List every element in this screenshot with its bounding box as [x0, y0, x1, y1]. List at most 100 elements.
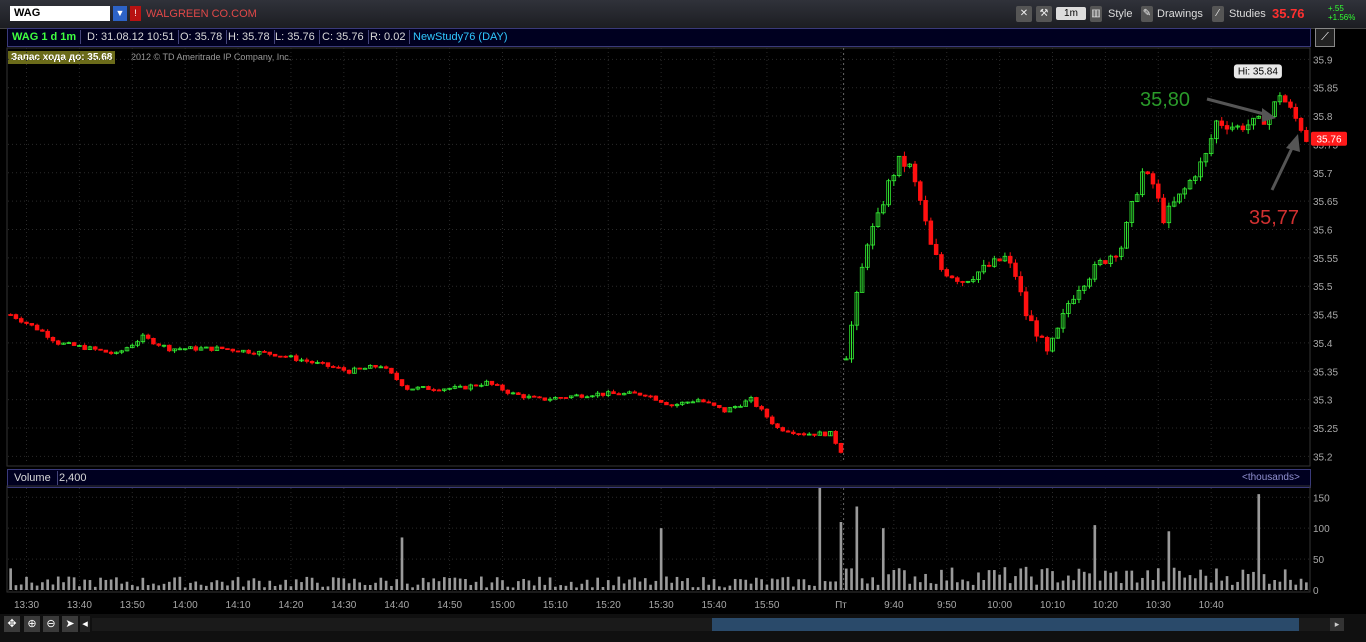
candle-body	[939, 254, 944, 270]
scroll-left-icon[interactable]: ◂	[80, 616, 90, 632]
candle-body	[103, 349, 109, 353]
price-tick-label: 35.45	[1313, 311, 1338, 322]
time-tick-label: 13:40	[67, 600, 92, 611]
time-tick-label: 14:20	[278, 600, 303, 611]
candle-body	[357, 367, 362, 370]
candle-body	[251, 352, 257, 355]
candle-body	[431, 389, 436, 391]
candle-body	[145, 334, 151, 339]
candle-body	[918, 181, 923, 201]
price-tick-label: 35.6	[1313, 225, 1333, 236]
candle-body	[928, 220, 934, 245]
scroll-right-icon[interactable]: ▸	[1330, 618, 1344, 631]
candle-body	[1150, 173, 1156, 185]
candle-body	[1293, 106, 1299, 119]
time-tick-label: 15:10	[543, 600, 568, 611]
candle-body	[955, 277, 960, 282]
time-tick-label: 15:50	[754, 600, 779, 611]
candle-body	[18, 318, 24, 323]
time-tick-label: 14:30	[331, 600, 356, 611]
volume-tick-label: 0	[1313, 586, 1319, 597]
candle-body	[1304, 130, 1309, 142]
time-tick-label: 15:00	[490, 600, 515, 611]
annotation-arrowhead	[1286, 134, 1300, 152]
candle-body	[13, 314, 19, 319]
candle-body	[531, 395, 537, 398]
candle-body	[151, 337, 156, 345]
candle-body	[235, 350, 241, 353]
candle-body	[1145, 171, 1150, 175]
candle-body	[801, 433, 807, 436]
candle-body	[1029, 315, 1034, 322]
candle-body	[997, 258, 1002, 262]
time-tick-label: 15:40	[702, 600, 727, 611]
candle-body	[82, 345, 87, 350]
annotation-arrowhead	[1262, 108, 1276, 122]
time-tick-label: 14:10	[226, 600, 251, 611]
price-chart[interactable]: 35.935.8535.835.7535.735.6535.635.5535.5…	[0, 0, 1366, 642]
candle-body	[822, 431, 828, 437]
candle-body	[1156, 183, 1161, 199]
candle-body	[542, 397, 548, 401]
candle-body	[923, 200, 928, 222]
candle-body	[764, 408, 770, 418]
time-tick-label: 9:50	[937, 600, 957, 611]
candle-body	[611, 391, 616, 395]
time-tick-label: 10:40	[1199, 600, 1224, 611]
candle-body	[219, 346, 225, 350]
candle-body	[320, 361, 325, 364]
price-tick-label: 35.65	[1313, 197, 1338, 208]
pan-icon[interactable]: ✥	[4, 616, 20, 632]
candle-body	[706, 401, 711, 404]
candle-body	[669, 404, 674, 407]
candle-body	[336, 366, 341, 369]
time-tick-label: 15:20	[596, 600, 621, 611]
candle-body	[505, 389, 511, 394]
candle-body	[156, 343, 161, 346]
candle-body	[246, 349, 251, 354]
scrollbar-thumb[interactable]	[712, 618, 1299, 631]
candle-body	[330, 366, 336, 368]
price-tick-label: 35.4	[1313, 339, 1333, 350]
candle-body	[167, 344, 172, 352]
volume-tick-label: 50	[1313, 555, 1325, 566]
volume-tick-label: 100	[1313, 524, 1330, 535]
time-tick-label: 10:00	[987, 600, 1012, 611]
candle-body	[399, 379, 405, 387]
candle-body	[933, 243, 939, 255]
price-tick-label: 35.8	[1313, 112, 1333, 123]
candle-body	[426, 386, 431, 390]
candle-body	[71, 342, 77, 346]
candle-body	[1023, 291, 1029, 317]
candle-body	[1161, 197, 1166, 224]
candle-body	[325, 362, 331, 367]
candle-body	[711, 402, 717, 406]
candle-body	[283, 355, 288, 358]
candle-body	[780, 427, 786, 432]
candle-body	[108, 351, 114, 354]
zoom-out-icon[interactable]: ⊖	[43, 616, 59, 632]
pointer-icon[interactable]: ➤	[62, 616, 78, 632]
time-tick-label: 15:30	[649, 600, 674, 611]
candle-body	[1288, 101, 1293, 108]
candle-body	[1240, 125, 1246, 131]
annotation-arrow	[1270, 145, 1295, 191]
candle-body	[40, 329, 45, 332]
candle-body	[664, 401, 669, 406]
candle-body	[616, 393, 622, 396]
time-tick-label: 13:50	[120, 600, 145, 611]
candle-body	[775, 423, 780, 428]
candle-body	[55, 340, 61, 345]
candle-body	[341, 367, 347, 371]
candle-body	[796, 433, 801, 436]
zoom-in-icon[interactable]: ⊕	[24, 616, 40, 632]
price-tick-label: 35.7	[1313, 169, 1333, 180]
candle-body	[759, 406, 764, 410]
annotation-high: 35,80	[1140, 89, 1190, 111]
candle-body	[563, 397, 569, 399]
candle-body	[494, 384, 500, 386]
candle-body	[373, 364, 378, 368]
candle-body	[362, 367, 368, 370]
candle-body	[1298, 117, 1304, 131]
candle-body	[8, 314, 13, 316]
